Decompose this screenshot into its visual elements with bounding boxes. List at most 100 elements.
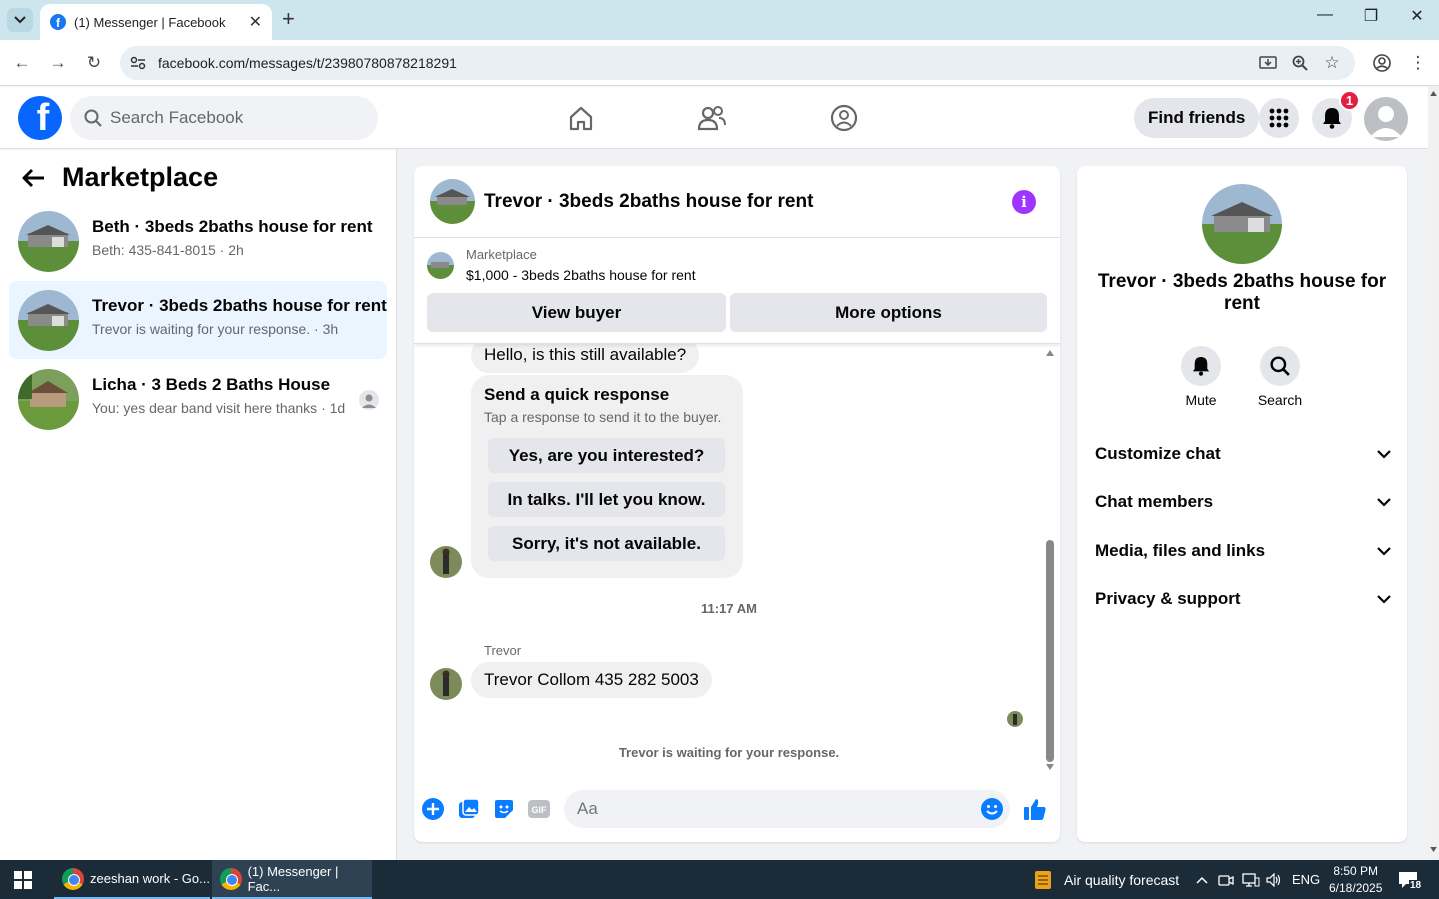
quick-response-title: Send a quick response [484,385,670,404]
view-buyer-button[interactable]: View buyer [427,293,726,332]
scroll-up-icon[interactable] [1046,350,1054,356]
mute-action[interactable]: Mute [1171,346,1231,408]
volume-icon[interactable] [1266,860,1282,899]
new-tab-icon[interactable]: + [282,8,295,30]
avatar-icon [1370,106,1402,137]
scroll-up-icon[interactable] [1430,91,1437,96]
groups-nav-icon[interactable] [827,101,861,135]
sender-name: Trevor [484,643,522,658]
page-scrollbar[interactable] [1428,87,1439,860]
browser-toolbar: ← → ↻ facebook.com/messages/t/2398078087… [0,40,1439,86]
find-friends-button[interactable]: Find friends [1134,98,1260,138]
section-label: Privacy & support [1095,589,1241,608]
more-options-button[interactable]: More options [730,293,1047,332]
notification-badge: 1 [1339,90,1360,111]
message-input[interactable] [564,790,1010,828]
listing-source: Marketplace [466,247,537,262]
conversation-item[interactable]: Licha · 3 Beds 2 Baths House You: yes de… [9,360,387,438]
install-app-icon[interactable] [1256,52,1280,74]
profile-icon[interactable] [1370,52,1394,74]
scrollbar-thumb[interactable] [1046,540,1054,762]
quick-response-not-available-button[interactable]: Sorry, it's not available. [488,526,725,561]
menu-grid-button[interactable] [1259,98,1299,138]
media-files-links-section[interactable]: Media, files and links [1095,531,1391,571]
sender-avatar[interactable] [430,668,462,700]
chevron-down-icon [1377,497,1391,507]
photo-icon[interactable] [457,797,481,821]
show-hidden-icons[interactable] [1196,860,1208,899]
chevron-down-icon [14,16,26,24]
listing-thumbnail[interactable] [427,252,454,279]
taskbar-app-chrome-2[interactable]: (1) Messenger | Fac... [212,860,372,899]
close-window-icon[interactable]: ✕ [1394,6,1439,26]
reload-icon[interactable]: ↻ [82,52,106,74]
conversation-item-active[interactable]: Trevor · 3beds 2baths house for rent Tre… [9,281,387,359]
weather-widget[interactable]: Air quality forecast [1032,860,1179,899]
house-thumbnail [18,211,79,272]
message-bubble: Trevor Collom 435 282 5003 [471,662,712,698]
chat-avatar[interactable] [430,179,475,224]
zoom-icon[interactable] [1288,52,1312,74]
grid-icon [1269,108,1289,128]
quick-response-in-talks-button[interactable]: In talks. I'll let you know. [488,482,725,517]
conversation-item[interactable]: Beth · 3beds 2baths house for rent Beth:… [9,202,387,280]
tab-search-button[interactable] [7,8,33,32]
message-thread: Hello, is this still available? Send a q… [414,344,1060,778]
windows-start-icon[interactable] [14,871,32,889]
thumbs-up-icon[interactable] [1023,797,1047,821]
message-timestamp: 11:17 AM [701,601,757,616]
search-in-chat-button[interactable] [1260,346,1300,386]
facebook-search-input[interactable]: Search Facebook [70,96,378,140]
listing-price[interactable]: $1,000 - 3beds 2baths house for rent [466,267,696,283]
privacy-support-section[interactable]: Privacy & support [1095,579,1391,619]
customize-chat-section[interactable]: Customize chat [1095,434,1391,474]
language-indicator[interactable]: ENG [1292,860,1320,899]
scroll-down-icon[interactable] [1430,847,1437,852]
clock[interactable]: 8:50 PM 6/18/2025 [1329,860,1382,899]
bookmark-star-icon[interactable]: ☆ [1320,52,1344,74]
browser-tab[interactable]: f (1) Messenger | Facebook ✕ [40,4,272,40]
facebook-logo-icon[interactable]: f [18,96,62,140]
address-bar[interactable]: facebook.com/messages/t/2398078087821829… [120,46,1355,80]
quick-response-subtitle: Tap a response to send it to the buyer. [484,409,722,425]
chevron-down-icon [1377,546,1391,556]
chat-members-section[interactable]: Chat members [1095,482,1391,522]
search-label: Search [1257,392,1303,408]
section-label: Customize chat [1095,444,1221,463]
network-icon[interactable] [1242,860,1260,899]
meet-now-icon[interactable] [1218,860,1234,899]
home-nav-icon[interactable] [564,101,598,135]
thread-scrollbar[interactable] [1046,350,1054,770]
close-tab-icon[interactable]: ✕ [249,12,262,32]
action-center-button[interactable]: 18 [1398,860,1423,899]
back-icon[interactable]: ← [10,52,34,74]
browser-menu-icon[interactable]: ⋮ [1406,52,1430,74]
sender-avatar[interactable] [430,546,462,578]
quick-response-yes-button[interactable]: Yes, are you interested? [488,438,725,473]
chevron-up-icon [1196,876,1208,884]
site-settings-icon[interactable] [130,56,146,70]
scroll-down-icon[interactable] [1046,764,1054,770]
friends-nav-icon[interactable] [695,101,729,135]
account-avatar-button[interactable] [1364,97,1408,141]
taskbar-app-label: (1) Messenger | Fac... [247,863,339,894]
taskbar-app-label: zeeshan work - Go... [90,871,210,886]
tab-title: (1) Messenger | Facebook [74,14,226,30]
search-action[interactable]: Search [1250,346,1310,408]
mute-button[interactable] [1181,346,1221,386]
info-icon[interactable]: i [1012,190,1036,214]
profile-thumbnail[interactable] [1202,184,1282,264]
air-quality-icon [1035,870,1051,889]
chat-info-panel: Trevor · 3beds 2baths house for rent Mut… [1077,166,1407,842]
plus-circle-icon[interactable] [421,797,445,821]
emoji-icon[interactable] [980,797,1004,821]
forward-icon[interactable]: → [46,52,70,74]
restore-icon[interactable]: ❐ [1348,6,1394,26]
back-arrow-icon[interactable] [22,167,46,195]
minimize-icon[interactable]: — [1302,6,1348,24]
conversation-name: Trevor · 3beds 2baths house for rent [92,296,387,315]
chat-title[interactable]: Trevor · 3beds 2baths house for rent [484,191,813,213]
taskbar-app-chrome-1[interactable]: zeeshan work - Go... [54,860,210,899]
sticker-icon[interactable] [492,797,516,821]
gif-icon[interactable]: GIF [527,797,551,821]
